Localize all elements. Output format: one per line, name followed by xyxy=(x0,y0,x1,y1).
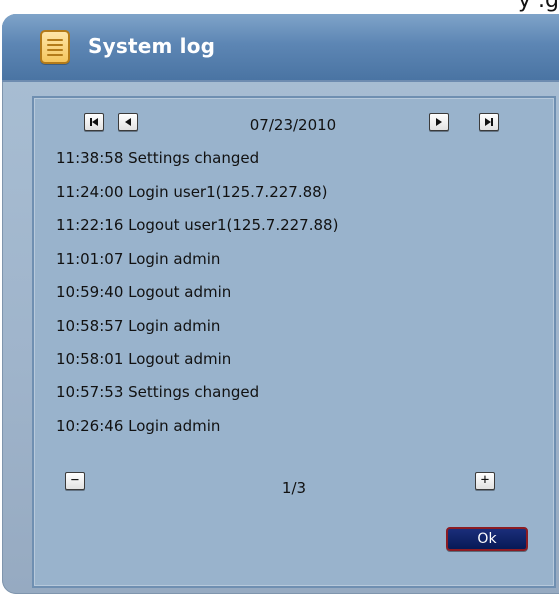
page-minus-button[interactable]: − xyxy=(65,472,85,490)
log-entry: 10:58:01 Logout admin xyxy=(56,350,232,368)
dialog-title: System log xyxy=(88,34,216,58)
ok-button[interactable]: Ok xyxy=(446,527,528,551)
first-page-button[interactable] xyxy=(84,113,104,131)
background-window-text-fragment: y .g xyxy=(518,0,559,13)
system-log-dialog: System log 07/23/2010 11:38:58 Settings … xyxy=(2,14,559,594)
log-entry: 10:57:53 Settings changed xyxy=(56,383,260,401)
prev-page-button[interactable] xyxy=(118,113,138,131)
log-entry: 10:58:57 Login admin xyxy=(56,317,221,335)
log-entry: 11:01:07 Login admin xyxy=(56,250,221,268)
page-indicator: 1/3 xyxy=(281,479,307,497)
dialog-titlebar: System log xyxy=(2,14,559,82)
log-entry: 10:26:46 Login admin xyxy=(56,417,221,435)
notepad-icon xyxy=(40,30,70,64)
log-entry: 11:38:58 Settings changed xyxy=(56,149,260,167)
log-panel: 07/23/2010 11:38:58 Settings changed 11:… xyxy=(32,96,556,588)
page-plus-button[interactable]: + xyxy=(475,472,495,490)
log-entry: 11:22:16 Logout user1(125.7.227.88) xyxy=(56,216,339,234)
log-entry: 11:24:00 Login user1(125.7.227.88) xyxy=(56,183,328,201)
log-date: 07/23/2010 xyxy=(249,116,337,134)
log-entry: 10:59:40 Logout admin xyxy=(56,283,232,301)
last-page-button[interactable] xyxy=(479,113,499,131)
next-page-button[interactable] xyxy=(429,113,449,131)
